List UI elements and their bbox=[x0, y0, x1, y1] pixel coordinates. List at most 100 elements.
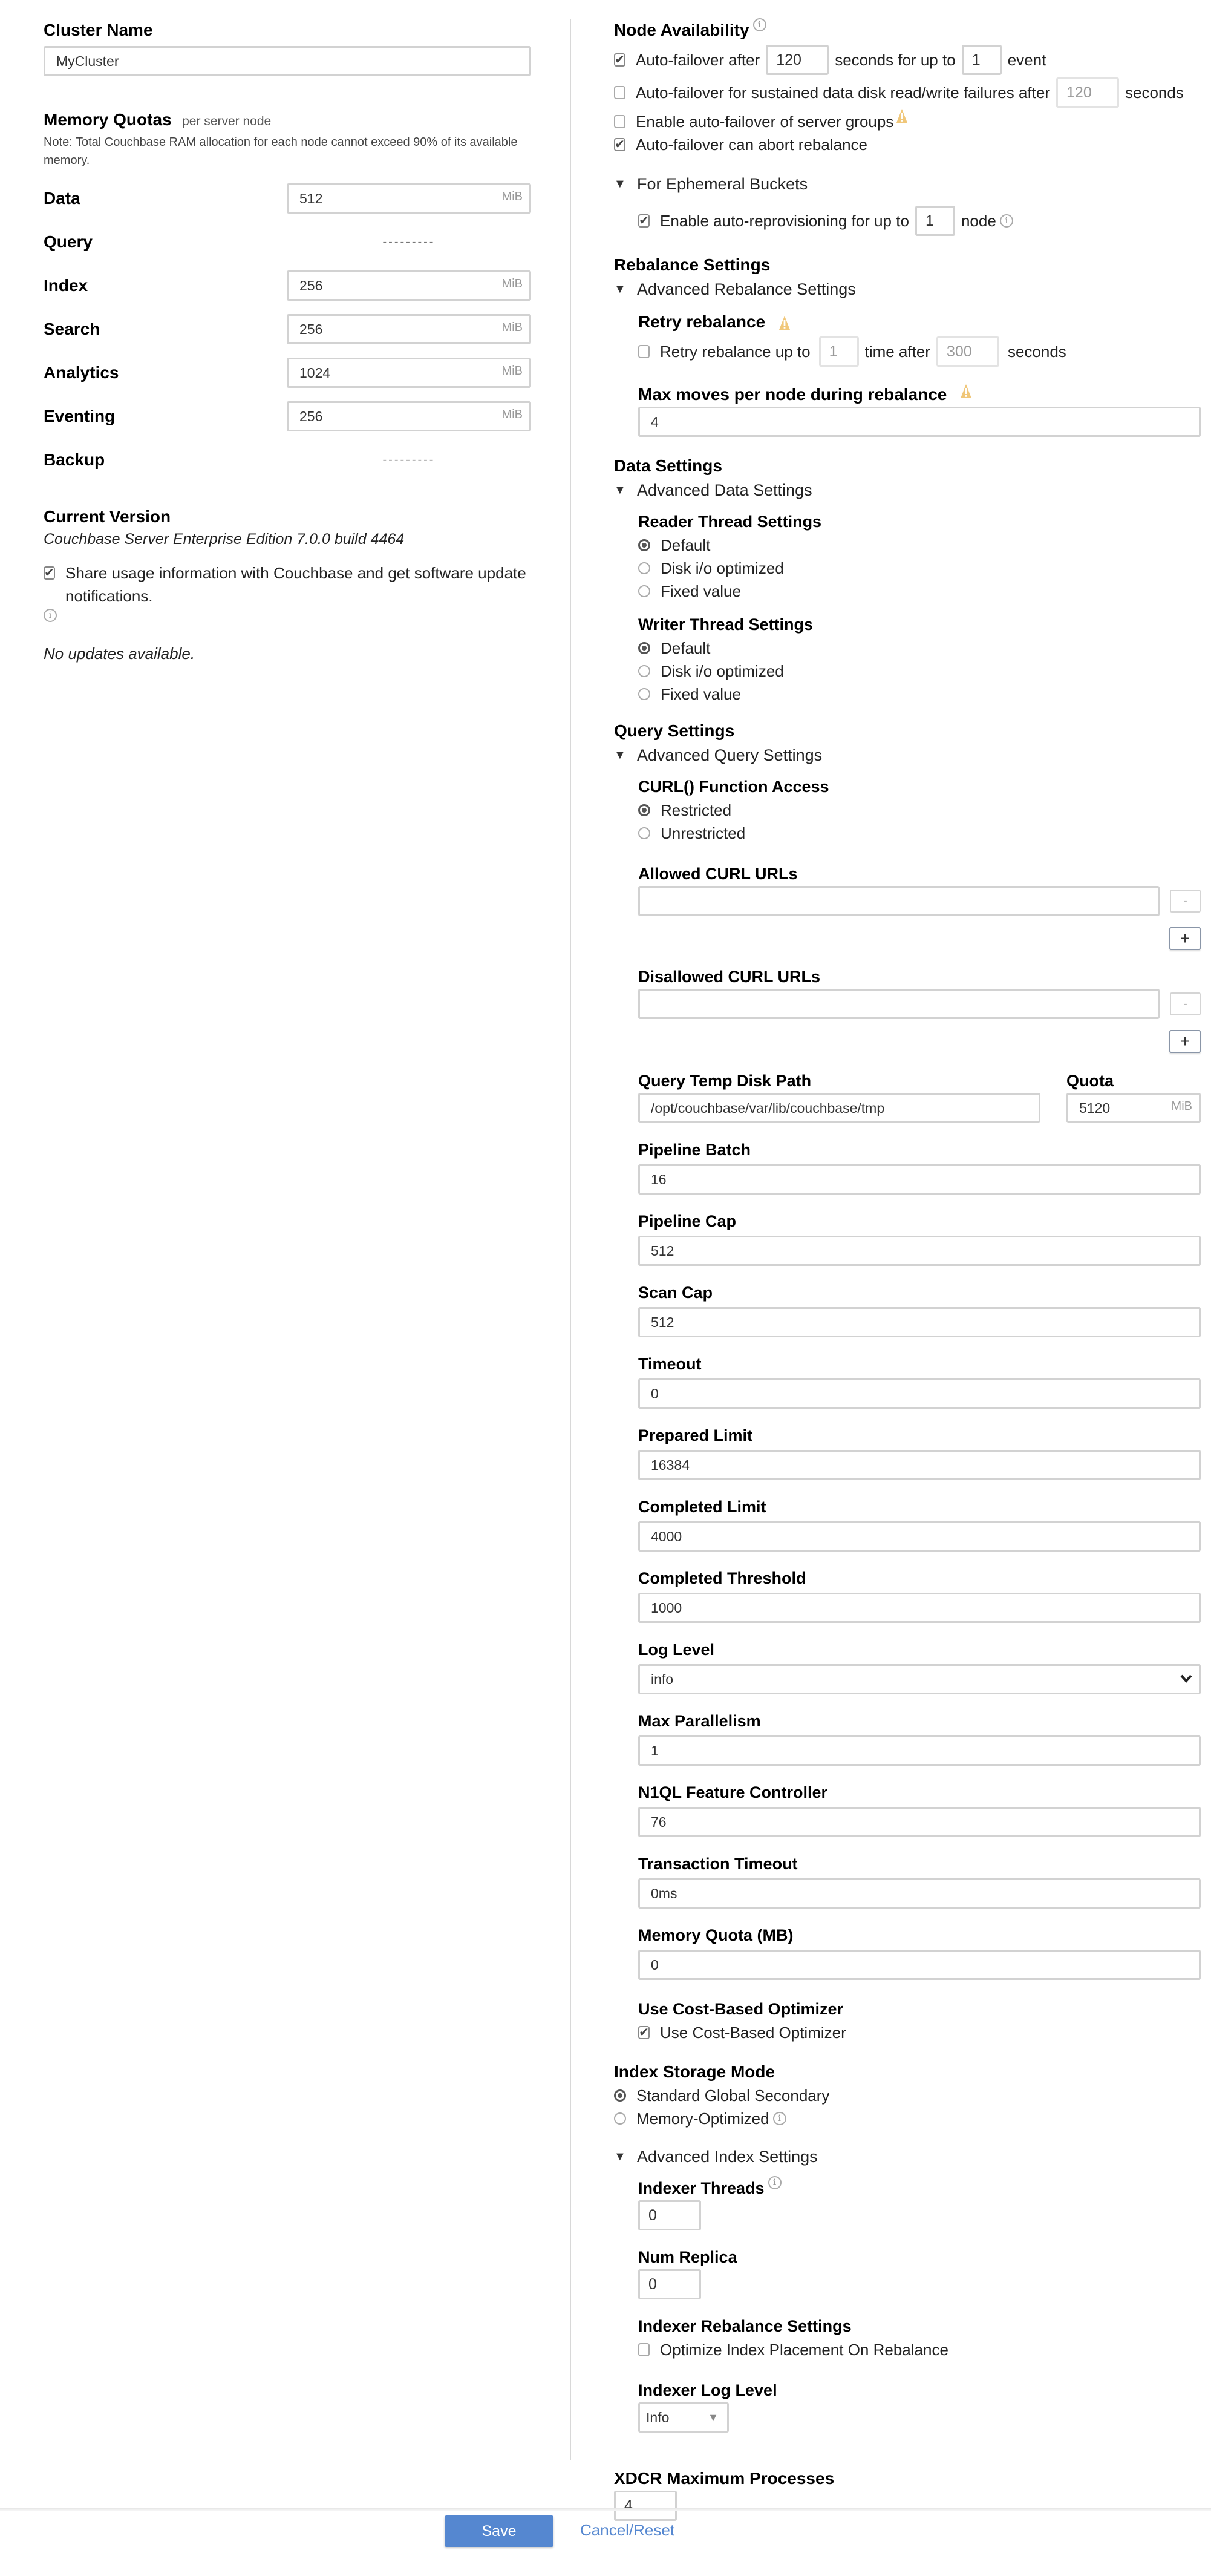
retry-rebalance-checkbox[interactable] bbox=[638, 345, 650, 358]
field-label: Completed Threshold bbox=[638, 1569, 806, 1587]
radio-label: Fixed value bbox=[661, 685, 741, 703]
radio-label: Default bbox=[661, 639, 711, 657]
cluster-name-input[interactable] bbox=[44, 46, 531, 76]
share-usage-option[interactable]: ✔ Share usage information with Couchbase… bbox=[44, 562, 531, 608]
transaction-timeout-input[interactable] bbox=[638, 1878, 1201, 1909]
advanced-query-toggle[interactable]: ▼ Advanced Query Settings bbox=[614, 743, 1201, 767]
radio-selected[interactable] bbox=[614, 2089, 626, 2102]
num-replica-input[interactable] bbox=[638, 2269, 701, 2299]
prepared-limit-input[interactable] bbox=[638, 1450, 1201, 1480]
index-option-standard[interactable]: Standard Global Secondary bbox=[614, 2084, 1201, 2107]
max-parallelism-input[interactable] bbox=[638, 1735, 1201, 1766]
field-label: Max Parallelism bbox=[638, 1712, 761, 1730]
reader-option-disk-io[interactable]: Disk i/o optimized bbox=[638, 557, 1201, 580]
updates-status: No updates available. bbox=[44, 644, 195, 663]
quota-index-input[interactable] bbox=[287, 270, 531, 301]
log-level-value: info bbox=[651, 1671, 674, 1687]
writer-option-disk-io[interactable]: Disk i/o optimized bbox=[638, 660, 1201, 683]
reprovision-checkbox[interactable]: ✔ bbox=[638, 214, 650, 228]
field-label: Transaction Timeout bbox=[638, 1855, 798, 1873]
reader-option-fixed[interactable]: Fixed value bbox=[638, 580, 1201, 603]
info-icon[interactable]: i bbox=[752, 18, 766, 31]
remove-allowed-url-button[interactable]: - bbox=[1169, 890, 1201, 913]
optimize-placement-checkbox[interactable] bbox=[638, 2343, 650, 2356]
n1ql-feature-input[interactable] bbox=[638, 1807, 1201, 1837]
radio-unselected[interactable] bbox=[638, 665, 650, 677]
writer-option-fixed[interactable]: Fixed value bbox=[638, 683, 1201, 706]
add-allowed-url-button[interactable]: + bbox=[1169, 927, 1201, 950]
completed-limit-input[interactable] bbox=[638, 1521, 1201, 1552]
share-usage-checkbox[interactable]: ✔ bbox=[44, 566, 55, 580]
optimize-placement-option[interactable]: Optimize Index Placement On Rebalance bbox=[638, 2338, 1201, 2361]
disk-failover-seconds-input[interactable] bbox=[1056, 77, 1120, 108]
writer-option-default[interactable]: Default bbox=[638, 637, 1201, 660]
radio-unselected[interactable] bbox=[614, 2112, 626, 2125]
radio-selected[interactable] bbox=[638, 804, 650, 816]
pipeline-batch-field: Pipeline Batch bbox=[638, 1138, 1201, 1195]
advanced-index-toggle[interactable]: ▼ Advanced Index Settings bbox=[614, 2145, 1201, 2169]
save-button[interactable]: Save bbox=[445, 2515, 553, 2547]
advanced-rebalance-toggle[interactable]: ▼ Advanced Rebalance Settings bbox=[614, 277, 1201, 301]
cancel-reset-link[interactable]: Cancel/Reset bbox=[580, 2521, 674, 2540]
index-option-memory-optimized[interactable]: Memory-Optimized i bbox=[614, 2107, 1201, 2130]
autofailover-events-input[interactable] bbox=[961, 45, 1002, 75]
cbo-checkbox[interactable]: ✔ bbox=[638, 2026, 650, 2039]
advanced-rebalance-title: Advanced Rebalance Settings bbox=[637, 280, 856, 298]
disallowed-url-input[interactable] bbox=[638, 989, 1160, 1019]
indexer-log-level-select[interactable]: Info ▼ bbox=[638, 2402, 729, 2433]
indexer-threads-input[interactable] bbox=[638, 2200, 701, 2230]
radio-selected[interactable] bbox=[638, 642, 650, 654]
remove-disallowed-url-button[interactable]: - bbox=[1169, 992, 1201, 1015]
info-icon[interactable]: i bbox=[999, 214, 1013, 228]
quota-analytics-input[interactable] bbox=[287, 358, 531, 388]
field-label: Memory Quota (MB) bbox=[638, 1926, 794, 1944]
radio-unselected[interactable] bbox=[638, 827, 650, 839]
radio-unselected[interactable] bbox=[638, 562, 650, 574]
info-icon[interactable]: i bbox=[44, 609, 57, 622]
pipeline-cap-input[interactable] bbox=[638, 1236, 1201, 1266]
server-groups-checkbox[interactable] bbox=[614, 115, 625, 128]
radio-selected[interactable] bbox=[638, 539, 650, 551]
reprovision-nodes-input[interactable] bbox=[915, 206, 955, 236]
advanced-index-title: Advanced Index Settings bbox=[637, 2148, 818, 2166]
xdcr-max-processes-input[interactable] bbox=[614, 2491, 677, 2521]
quota-label: Query bbox=[44, 232, 93, 251]
ephemeral-buckets-toggle[interactable]: ▼ For Ephemeral Buckets bbox=[614, 172, 1201, 196]
unit-label: MiB bbox=[501, 277, 523, 290]
temp-path-input[interactable] bbox=[638, 1093, 1040, 1123]
retry-times-input[interactable] bbox=[818, 336, 859, 367]
quota-backup-disabled: --------- bbox=[382, 453, 436, 467]
quota-data-input[interactable] bbox=[287, 183, 531, 214]
abort-rebalance-checkbox[interactable]: ✔ bbox=[614, 138, 625, 151]
quota-eventing-input[interactable] bbox=[287, 401, 531, 431]
retry-seconds-input[interactable] bbox=[936, 336, 999, 367]
data-settings-title: Data Settings bbox=[614, 456, 722, 475]
memory-quota-input[interactable] bbox=[638, 1950, 1201, 1980]
add-disallowed-url-button[interactable]: + bbox=[1169, 1030, 1201, 1053]
current-version-title: Current Version bbox=[44, 507, 171, 526]
radio-unselected[interactable] bbox=[638, 688, 650, 700]
info-icon[interactable]: i bbox=[768, 2176, 782, 2189]
curl-option-unrestricted[interactable]: Unrestricted bbox=[638, 822, 1201, 845]
timeout-input[interactable] bbox=[638, 1378, 1201, 1409]
log-level-select[interactable]: info bbox=[638, 1664, 1201, 1694]
warning-icon bbox=[778, 315, 790, 330]
max-moves-input[interactable] bbox=[638, 407, 1201, 437]
autofailover-seconds-input[interactable] bbox=[766, 45, 829, 75]
scan-cap-input[interactable] bbox=[638, 1307, 1201, 1337]
allowed-url-input[interactable] bbox=[638, 886, 1160, 916]
disk-failover-after-label: seconds bbox=[1125, 84, 1184, 102]
disk-failover-checkbox[interactable] bbox=[614, 86, 625, 99]
curl-option-restricted[interactable]: Restricted bbox=[638, 799, 1201, 822]
pipeline-batch-input[interactable] bbox=[638, 1164, 1201, 1195]
info-icon[interactable]: i bbox=[772, 2112, 786, 2125]
cbo-option[interactable]: ✔ Use Cost-Based Optimizer bbox=[638, 2021, 1201, 2044]
completed-threshold-input[interactable] bbox=[638, 1593, 1201, 1623]
advanced-data-toggle[interactable]: ▼ Advanced Data Settings bbox=[614, 478, 1201, 502]
quota-search-input[interactable] bbox=[287, 314, 531, 344]
radio-unselected[interactable] bbox=[638, 585, 650, 597]
autofailover-checkbox[interactable]: ✔ bbox=[614, 53, 625, 67]
triangle-down-icon: ▼ bbox=[614, 177, 626, 191]
retry-rebalance-label: Retry rebalance up to bbox=[660, 342, 811, 361]
reader-option-default[interactable]: Default bbox=[638, 534, 1201, 557]
